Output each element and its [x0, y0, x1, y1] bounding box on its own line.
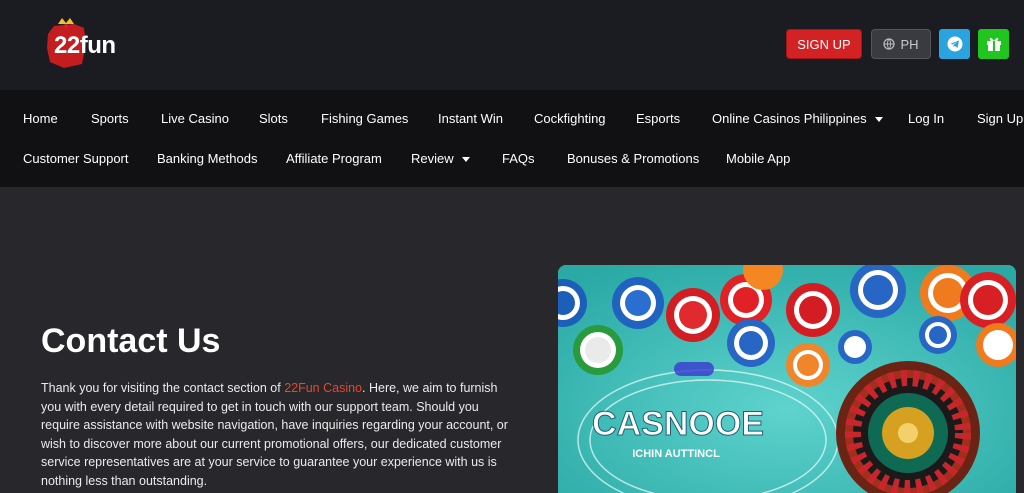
intro-text-end: . Here, we aim to furnish you with every…	[41, 381, 508, 488]
hero-subline: ICHIN AUTTINCL	[632, 448, 720, 460]
nav-esports[interactable]: Esports	[636, 111, 680, 126]
nav-review-label: Review	[411, 151, 454, 166]
casino-link[interactable]: 22Fun Casino	[284, 381, 362, 395]
signup-button[interactable]: SIGN UP	[786, 29, 862, 59]
logo-number: 22	[54, 32, 80, 59]
logo-word: fun	[79, 32, 116, 59]
logo-text[interactable]: 22fun	[54, 32, 116, 60]
main-nav: Home Sports Live Casino Slots Fishing Ga…	[0, 90, 1024, 187]
nav-customer-support[interactable]: Customer Support	[23, 151, 129, 166]
intro-text-start: Thank you for visiting the contact secti…	[41, 381, 285, 395]
nav-online-casinos-label: Online Casinos Philippines	[712, 111, 867, 126]
globe-icon	[883, 38, 896, 50]
nav-log-in[interactable]: Log In	[908, 111, 944, 126]
nav-slots[interactable]: Slots	[259, 111, 288, 126]
nav-affiliate-program[interactable]: Affiliate Program	[286, 151, 382, 166]
nav-home[interactable]: Home	[23, 111, 58, 126]
gift-button[interactable]	[978, 29, 1009, 59]
nav-bonuses-promotions[interactable]: Bonuses & Promotions	[567, 151, 699, 166]
gift-icon	[986, 37, 1001, 51]
nav-live-casino[interactable]: Live Casino	[161, 111, 229, 126]
nav-mobile-app[interactable]: Mobile App	[726, 151, 790, 166]
nav-banking-methods[interactable]: Banking Methods	[157, 151, 257, 166]
nav-sign-up[interactable]: Sign Up	[977, 111, 1023, 126]
page-title: Contact Us	[41, 322, 221, 360]
telegram-icon	[947, 36, 962, 52]
hero-headline: CASNOOE	[592, 405, 764, 443]
nav-cockfighting[interactable]: Cockfighting	[534, 111, 606, 126]
chevron-down-icon	[461, 157, 470, 163]
nav-online-casinos-philippines[interactable]: Online Casinos Philippines	[712, 111, 883, 126]
nav-sports[interactable]: Sports	[91, 111, 129, 126]
nav-review[interactable]: Review	[411, 151, 470, 166]
telegram-button[interactable]	[939, 29, 970, 59]
language-label: PH	[900, 36, 919, 52]
nav-fishing-games[interactable]: Fishing Games	[321, 111, 408, 126]
language-button[interactable]: PH	[871, 29, 931, 59]
nav-instant-win[interactable]: Instant Win	[438, 111, 503, 126]
top-bar: 22fun SIGN UP PH	[0, 0, 1024, 90]
hero-image: CASNOOE ICHIN AUTTINCL	[558, 265, 1016, 493]
nav-faqs[interactable]: FAQs	[502, 151, 535, 166]
casino-chips-illustration: CASNOOE ICHIN AUTTINCL	[558, 265, 1016, 493]
chevron-down-icon	[874, 117, 883, 123]
intro-paragraph: Thank you for visiting the contact secti…	[41, 379, 511, 491]
